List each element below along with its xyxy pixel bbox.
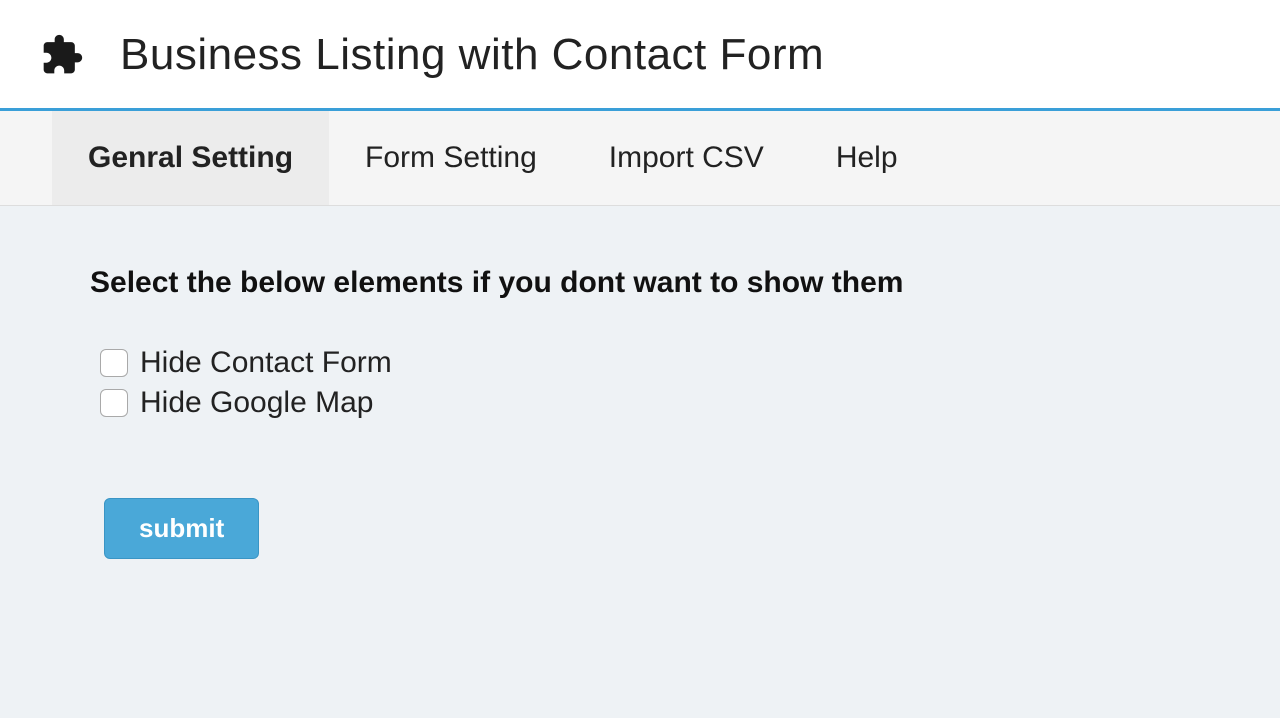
page-title: Business Listing with Contact Form	[120, 30, 824, 80]
option-row-hide-google-map: Hide Google Map	[100, 386, 1190, 420]
tab-form-setting[interactable]: Form Setting	[329, 111, 573, 205]
checkbox-label[interactable]: Hide Contact Form	[140, 346, 392, 380]
tab-bar: Genral Setting Form Setting Import CSV H…	[0, 111, 1280, 206]
submit-button[interactable]: submit	[104, 498, 259, 559]
checkbox-label[interactable]: Hide Google Map	[140, 386, 373, 420]
tab-help[interactable]: Help	[800, 111, 934, 205]
puzzle-icon	[40, 33, 84, 77]
tab-general-setting[interactable]: Genral Setting	[52, 111, 329, 205]
content-panel: Select the below elements if you dont wa…	[0, 206, 1280, 718]
tab-import-csv[interactable]: Import CSV	[573, 111, 800, 205]
checkbox-hide-google-map[interactable]	[100, 389, 128, 417]
page-header: Business Listing with Contact Form	[0, 0, 1280, 111]
section-heading: Select the below elements if you dont wa…	[90, 266, 1190, 300]
checkbox-hide-contact-form[interactable]	[100, 349, 128, 377]
option-row-hide-contact-form: Hide Contact Form	[100, 346, 1190, 380]
